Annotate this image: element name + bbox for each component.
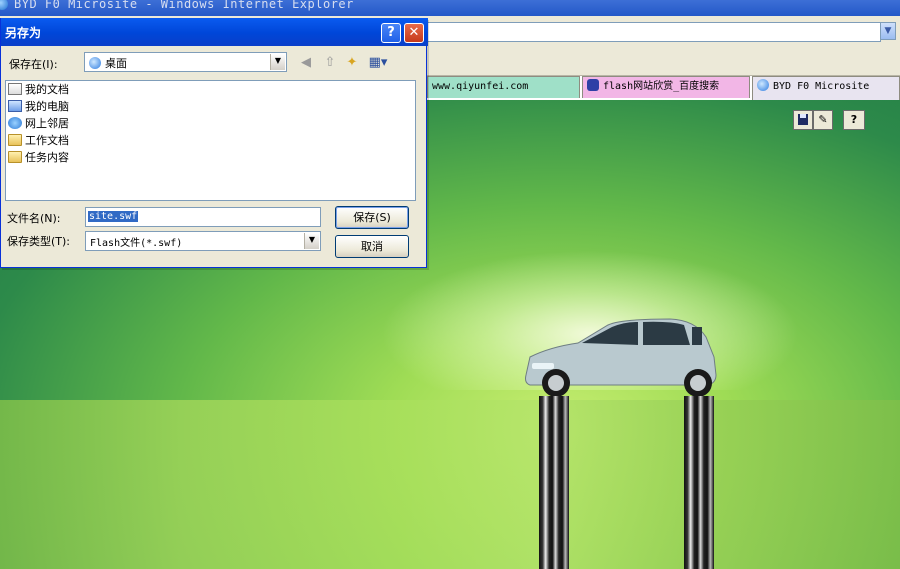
tab-baidu-search[interactable]: flash网站欣赏_百度搜索 <box>582 76 750 98</box>
tire-track-right <box>684 396 714 569</box>
filetype-select[interactable]: Flash文件(*.swf) ▼ <box>85 231 321 251</box>
close-icon: ✕ <box>408 25 420 40</box>
dialog-close-button[interactable]: ✕ <box>404 23 424 43</box>
list-item[interactable]: 工作文档 <box>8 133 69 149</box>
browser-titlebar: BYD F0 Microsite - Windows Internet Expl… <box>0 0 900 16</box>
help-icon: ? <box>387 25 395 40</box>
list-item-label: 我的电脑 <box>25 100 69 113</box>
network-places-icon <box>8 117 22 129</box>
up-folder-icon[interactable]: ⇧ <box>321 54 339 72</box>
chevron-down-icon[interactable]: ▼ <box>270 54 285 70</box>
cancel-button-label: 取消 <box>361 240 383 253</box>
dialog-titlebar[interactable]: 另存为 ? ✕ <box>1 18 428 46</box>
tab-qiyunfei[interactable]: www.qiyunfei.com <box>427 76 580 98</box>
tab-label: www.qiyunfei.com <box>432 81 529 92</box>
flash-toolbar: ✎ ? <box>791 110 867 132</box>
address-dropdown-button[interactable]: ▼ <box>880 22 896 40</box>
save-in-select[interactable]: 桌面 ▼ <box>84 52 287 72</box>
save-in-value: 桌面 <box>89 55 127 71</box>
back-icon[interactable]: ◀ <box>297 54 315 72</box>
my-documents-icon <box>8 83 22 95</box>
list-item[interactable]: 我的电脑 <box>8 99 69 115</box>
list-item[interactable]: 我的文档 <box>8 82 69 98</box>
chevron-down-icon[interactable]: ▼ <box>304 233 319 249</box>
desktop-icon <box>89 57 101 69</box>
folder-icon <box>8 151 22 163</box>
filename-value: site.swf <box>88 211 139 222</box>
list-item-label: 工作文档 <box>25 134 69 147</box>
grass-field-graphic <box>0 400 900 569</box>
dialog-help-button[interactable]: ? <box>381 23 401 43</box>
filetype-label: 保存类型(T): <box>7 235 71 248</box>
list-item-label: 网上邻居 <box>25 117 69 130</box>
list-item[interactable]: 任务内容 <box>8 150 69 166</box>
flash-help-label: ? <box>850 113 858 126</box>
save-button-label: 保存(S) <box>353 211 391 224</box>
my-computer-icon <box>8 100 22 112</box>
baidu-paw-icon <box>587 79 599 91</box>
window-title: BYD F0 Microsite - Windows Internet Expl… <box>14 0 354 11</box>
save-in-text: 桌面 <box>105 57 127 70</box>
address-input[interactable] <box>425 22 881 42</box>
cancel-button[interactable]: 取消 <box>335 235 409 258</box>
flash-help-icon[interactable]: ? <box>843 110 865 130</box>
list-item[interactable]: 网上邻居 <box>8 116 69 132</box>
flash-edit-icon[interactable]: ✎ <box>813 110 833 130</box>
save-as-dialog: 另存为 ? ✕ 保存在(I): 桌面 ▼ ◀ ⇧ ✦ ▦▾ 我的文档 我的电脑 … <box>0 18 428 268</box>
list-item-label: 任务内容 <box>25 151 69 164</box>
save-in-label: 保存在(I): <box>9 58 58 71</box>
save-button[interactable]: 保存(S) <box>335 206 409 229</box>
views-menu-icon[interactable]: ▦▾ <box>367 54 389 72</box>
dialog-title: 另存为 <box>5 26 42 40</box>
filename-input[interactable]: site.swf <box>85 207 321 227</box>
list-item-label: 我的文档 <box>25 83 69 96</box>
ie-page-icon <box>757 79 769 91</box>
flash-save-icon[interactable] <box>793 110 813 130</box>
tab-byd-microsite[interactable]: BYD F0 Microsite <box>752 76 900 100</box>
tab-label: flash网站欣赏_百度搜索 <box>603 81 720 92</box>
filename-label: 文件名(N): <box>7 212 61 225</box>
new-folder-icon[interactable]: ✦ <box>343 54 361 72</box>
folder-icon <box>8 134 22 146</box>
tire-track-left <box>539 396 569 569</box>
file-list[interactable]: 我的文档 我的电脑 网上邻居 工作文档 任务内容 <box>5 80 416 201</box>
tab-label: BYD F0 Microsite <box>773 81 870 92</box>
car-graphic <box>525 318 717 397</box>
ie-logo-icon <box>0 0 8 10</box>
filetype-value: Flash文件(*.swf) <box>90 238 183 249</box>
